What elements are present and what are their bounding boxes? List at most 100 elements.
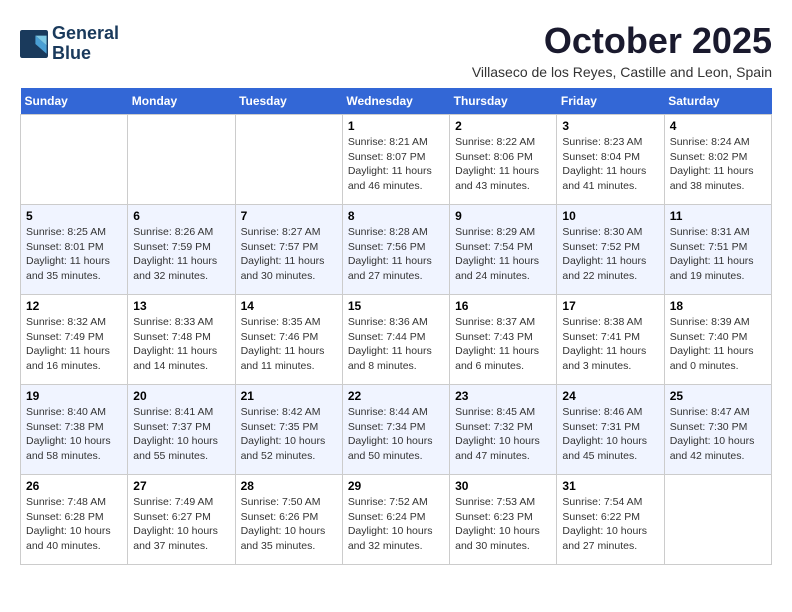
calendar-cell: 16 Sunrise: 8:37 AMSunset: 7:43 PMDayligh… — [450, 295, 557, 385]
calendar-cell: 15 Sunrise: 8:36 AMSunset: 7:44 PMDayligh… — [342, 295, 449, 385]
calendar-cell: 18 Sunrise: 8:39 AMSunset: 7:40 PMDayligh… — [664, 295, 771, 385]
day-number: 20 — [133, 389, 229, 403]
logo: General Blue — [20, 24, 119, 64]
calendar-cell: 20Sunrise: 8:41 AMSunset: 7:37 PMDayligh… — [128, 385, 235, 475]
title-section: October 2025 Villaseco de los Reyes, Cas… — [472, 20, 772, 80]
day-number: 9 — [455, 209, 551, 223]
calendar-cell: 30 Sunrise: 7:53 AMSunset: 6:23 PMDayligh… — [450, 475, 557, 565]
day-number: 28 — [241, 479, 337, 493]
calendar-cell: 10Sunrise: 8:30 AMSunset: 7:52 PMDayligh… — [557, 205, 664, 295]
calendar-day-header: Friday — [557, 88, 664, 115]
calendar-week-row: 5 Sunrise: 8:25 AMSunset: 8:01 PMDaylight… — [21, 205, 772, 295]
day-info: Sunrise: 8:38 AMSunset: 7:41 PMDaylight:… — [562, 315, 658, 374]
location-title: Villaseco de los Reyes, Castille and Leo… — [472, 64, 772, 80]
day-number: 27 — [133, 479, 229, 493]
day-info: Sunrise: 8:25 AMSunset: 8:01 PMDaylight:… — [26, 225, 122, 284]
calendar-cell: 13 Sunrise: 8:33 AMSunset: 7:48 PMDayligh… — [128, 295, 235, 385]
calendar-cell: 23 Sunrise: 8:45 AMSunset: 7:32 PMDayligh… — [450, 385, 557, 475]
month-title: October 2025 — [472, 20, 772, 62]
logo-text: General Blue — [52, 24, 119, 64]
calendar-day-header: Monday — [128, 88, 235, 115]
calendar-cell: 12 Sunrise: 8:32 AMSunset: 7:49 PMDayligh… — [21, 295, 128, 385]
day-number: 29 — [348, 479, 444, 493]
calendar-cell: 21Sunrise: 8:42 AMSunset: 7:35 PMDayligh… — [235, 385, 342, 475]
calendar-cell: 1 Sunrise: 8:21 AMSunset: 8:07 PMDaylight… — [342, 115, 449, 205]
day-number: 1 — [348, 119, 444, 133]
day-number: 12 — [26, 299, 122, 313]
calendar-cell: 11Sunrise: 8:31 AMSunset: 7:51 PMDayligh… — [664, 205, 771, 295]
calendar-table: SundayMondayTuesdayWednesdayThursdayFrid… — [20, 88, 772, 565]
calendar-cell: 28 Sunrise: 7:50 AMSunset: 6:26 PMDayligh… — [235, 475, 342, 565]
calendar-week-row: 12 Sunrise: 8:32 AMSunset: 7:49 PMDayligh… — [21, 295, 772, 385]
calendar-cell: 25 Sunrise: 8:47 AMSunset: 7:30 PMDayligh… — [664, 385, 771, 475]
day-number: 3 — [562, 119, 658, 133]
page-header: General Blue October 2025 Villaseco de l… — [20, 20, 772, 80]
day-number: 23 — [455, 389, 551, 403]
calendar-cell: 9Sunrise: 8:29 AMSunset: 7:54 PMDaylight… — [450, 205, 557, 295]
day-number: 11 — [670, 209, 766, 223]
day-info: Sunrise: 8:37 AMSunset: 7:43 PMDaylight:… — [455, 315, 551, 374]
calendar-cell: 29 Sunrise: 7:52 AMSunset: 6:24 PMDayligh… — [342, 475, 449, 565]
calendar-cell: 27 Sunrise: 7:49 AMSunset: 6:27 PMDayligh… — [128, 475, 235, 565]
calendar-cell: 31Sunrise: 7:54 AMSunset: 6:22 PMDayligh… — [557, 475, 664, 565]
logo-icon — [20, 30, 48, 58]
day-number: 4 — [670, 119, 766, 133]
day-number: 30 — [455, 479, 551, 493]
calendar-cell: 19 Sunrise: 8:40 AMSunset: 7:38 PMDayligh… — [21, 385, 128, 475]
day-info: Sunrise: 7:48 AMSunset: 6:28 PMDaylight:… — [26, 495, 122, 554]
day-number: 10 — [562, 209, 658, 223]
day-number: 16 — [455, 299, 551, 313]
day-number: 15 — [348, 299, 444, 313]
day-number: 13 — [133, 299, 229, 313]
calendar-week-row: 1 Sunrise: 8:21 AMSunset: 8:07 PMDaylight… — [21, 115, 772, 205]
day-info: Sunrise: 8:26 AMSunset: 7:59 PMDaylight:… — [133, 225, 229, 284]
calendar-cell — [128, 115, 235, 205]
calendar-cell: 24Sunrise: 8:46 AMSunset: 7:31 PMDayligh… — [557, 385, 664, 475]
day-info: Sunrise: 8:42 AMSunset: 7:35 PMDaylight:… — [241, 405, 337, 464]
calendar-cell: 17 Sunrise: 8:38 AMSunset: 7:41 PMDayligh… — [557, 295, 664, 385]
day-number: 24 — [562, 389, 658, 403]
day-info: Sunrise: 7:50 AMSunset: 6:26 PMDaylight:… — [241, 495, 337, 554]
day-info: Sunrise: 8:36 AMSunset: 7:44 PMDaylight:… — [348, 315, 444, 374]
calendar-cell: 14Sunrise: 8:35 AMSunset: 7:46 PMDayligh… — [235, 295, 342, 385]
calendar-cell: 22Sunrise: 8:44 AMSunset: 7:34 PMDayligh… — [342, 385, 449, 475]
day-number: 18 — [670, 299, 766, 313]
day-info: Sunrise: 8:32 AMSunset: 7:49 PMDaylight:… — [26, 315, 122, 374]
calendar-cell: 4 Sunrise: 8:24 AMSunset: 8:02 PMDaylight… — [664, 115, 771, 205]
day-number: 22 — [348, 389, 444, 403]
calendar-cell — [21, 115, 128, 205]
calendar-cell: 6 Sunrise: 8:26 AMSunset: 7:59 PMDaylight… — [128, 205, 235, 295]
calendar-day-header: Wednesday — [342, 88, 449, 115]
calendar-header-row: SundayMondayTuesdayWednesdayThursdayFrid… — [21, 88, 772, 115]
day-number: 5 — [26, 209, 122, 223]
day-number: 14 — [241, 299, 337, 313]
day-info: Sunrise: 8:45 AMSunset: 7:32 PMDaylight:… — [455, 405, 551, 464]
calendar-cell: 7 Sunrise: 8:27 AMSunset: 7:57 PMDaylight… — [235, 205, 342, 295]
day-info: Sunrise: 8:33 AMSunset: 7:48 PMDaylight:… — [133, 315, 229, 374]
day-number: 19 — [26, 389, 122, 403]
calendar-cell: 5 Sunrise: 8:25 AMSunset: 8:01 PMDaylight… — [21, 205, 128, 295]
day-number: 7 — [241, 209, 337, 223]
calendar-day-header: Saturday — [664, 88, 771, 115]
calendar-cell: 26Sunrise: 7:48 AMSunset: 6:28 PMDayligh… — [21, 475, 128, 565]
day-info: Sunrise: 8:24 AMSunset: 8:02 PMDaylight:… — [670, 135, 766, 194]
day-info: Sunrise: 7:49 AMSunset: 6:27 PMDaylight:… — [133, 495, 229, 554]
day-info: Sunrise: 8:23 AMSunset: 8:04 PMDaylight:… — [562, 135, 658, 194]
calendar-body: 1 Sunrise: 8:21 AMSunset: 8:07 PMDaylight… — [21, 115, 772, 565]
day-info: Sunrise: 7:52 AMSunset: 6:24 PMDaylight:… — [348, 495, 444, 554]
day-info: Sunrise: 8:28 AMSunset: 7:56 PMDaylight:… — [348, 225, 444, 284]
day-info: Sunrise: 8:27 AMSunset: 7:57 PMDaylight:… — [241, 225, 337, 284]
day-number: 25 — [670, 389, 766, 403]
day-info: Sunrise: 7:54 AMSunset: 6:22 PMDaylight:… — [562, 495, 658, 554]
day-info: Sunrise: 8:40 AMSunset: 7:38 PMDaylight:… — [26, 405, 122, 464]
calendar-day-header: Tuesday — [235, 88, 342, 115]
day-number: 17 — [562, 299, 658, 313]
calendar-cell: 3 Sunrise: 8:23 AMSunset: 8:04 PMDaylight… — [557, 115, 664, 205]
day-number: 2 — [455, 119, 551, 133]
day-info: Sunrise: 8:47 AMSunset: 7:30 PMDaylight:… — [670, 405, 766, 464]
day-info: Sunrise: 8:39 AMSunset: 7:40 PMDaylight:… — [670, 315, 766, 374]
day-info: Sunrise: 8:21 AMSunset: 8:07 PMDaylight:… — [348, 135, 444, 194]
calendar-cell — [664, 475, 771, 565]
day-number: 6 — [133, 209, 229, 223]
day-info: Sunrise: 7:53 AMSunset: 6:23 PMDaylight:… — [455, 495, 551, 554]
